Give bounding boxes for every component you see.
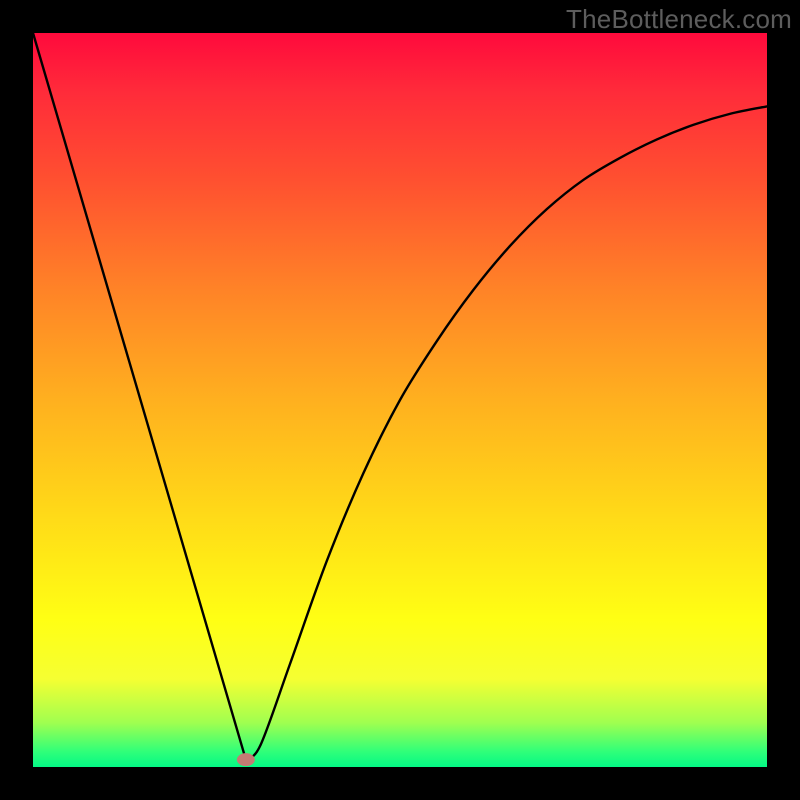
chart-frame: TheBottleneck.com: [0, 0, 800, 800]
bottleneck-curve: [33, 33, 767, 760]
curve-layer: [33, 33, 767, 767]
optimum-marker: [237, 753, 255, 766]
watermark-text: TheBottleneck.com: [566, 4, 792, 35]
plot-area: [33, 33, 767, 767]
